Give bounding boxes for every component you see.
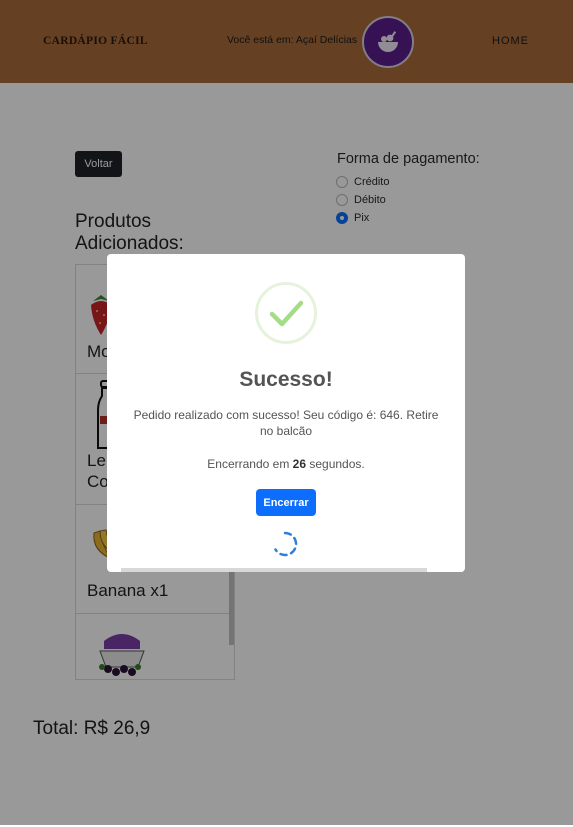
countdown-prefix: Encerrando em [207, 457, 293, 471]
success-check-icon [255, 282, 317, 344]
dialog-message: Pedido realizado com sucesso! Seu código… [133, 408, 439, 438]
loading-spinner-icon [274, 531, 298, 557]
checkmark-icon [269, 300, 304, 327]
close-dialog-button[interactable]: Encerrar [256, 489, 316, 516]
dialog-timer-progress [121, 568, 427, 572]
countdown-suffix: segundos. [306, 457, 365, 471]
countdown-seconds: 26 [292, 457, 307, 471]
dialog-countdown: Encerrando em 26 segundos. [107, 457, 465, 471]
success-dialog: Sucesso! Pedido realizado com sucesso! S… [107, 254, 465, 572]
dialog-title: Sucesso! [239, 368, 333, 391]
